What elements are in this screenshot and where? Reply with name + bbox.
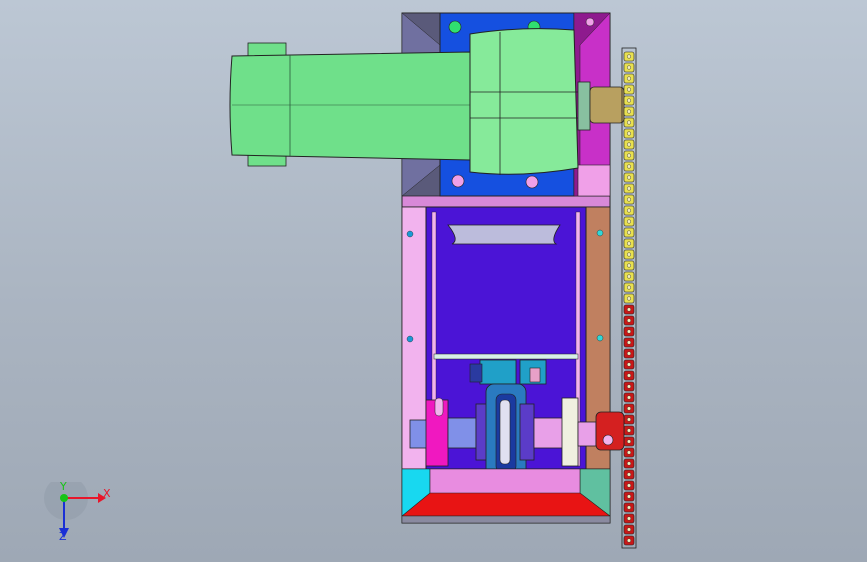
chain-pin (627, 318, 632, 323)
chain-pin (627, 219, 632, 224)
chain-pin (627, 296, 632, 301)
chain-pin (627, 109, 632, 114)
chain-pin (627, 362, 632, 367)
chain-pin (627, 197, 632, 202)
chain-pin (627, 406, 632, 411)
chain-pin (627, 516, 632, 521)
triad-z-label: Z (59, 530, 67, 543)
chain-pin (627, 461, 632, 466)
chain-pin (627, 505, 632, 510)
chain-pin (627, 186, 632, 191)
cad-model-view[interactable] (0, 0, 867, 562)
chain-pin (627, 153, 632, 158)
chain-pin (627, 65, 632, 70)
chain-pin (627, 428, 632, 433)
chain-pin (627, 384, 632, 389)
chain-pin (627, 142, 632, 147)
chain-pin (627, 241, 632, 246)
chain-pin (627, 351, 632, 356)
chain-pin (627, 87, 632, 92)
bottom-plate[interactable] (401, 468, 611, 524)
chain-pin (627, 274, 632, 279)
roller-chain[interactable] (621, 47, 637, 549)
chain-pin (627, 307, 632, 312)
chain-pin (627, 208, 632, 213)
chain-pin (627, 417, 632, 422)
chain-pin (627, 538, 632, 543)
chain-pin (627, 439, 632, 444)
chain-pin (627, 395, 632, 400)
chain-pin (627, 120, 632, 125)
chain-pin (627, 164, 632, 169)
chain-pin (627, 373, 632, 378)
chain-pin (627, 340, 632, 345)
triad-y-label: Y (60, 480, 67, 493)
chain-pin (627, 285, 632, 290)
chain-pin (627, 329, 632, 334)
chain-pin (627, 230, 632, 235)
chain-pin (627, 98, 632, 103)
chain-pin (627, 175, 632, 180)
cad-viewport[interactable]: X Y Z (0, 0, 867, 562)
chain-pin (627, 131, 632, 136)
chain-pin (627, 263, 632, 268)
sprocket-hub[interactable] (595, 411, 625, 451)
chain-pin (627, 472, 632, 477)
chain-pin (627, 483, 632, 488)
chain-pin (627, 76, 632, 81)
chain-pin (627, 527, 632, 532)
chain-pin (627, 54, 632, 59)
triad-x-label: X (103, 487, 111, 500)
chain-pin (627, 252, 632, 257)
chain-pin (627, 494, 632, 499)
chain-pin (627, 450, 632, 455)
